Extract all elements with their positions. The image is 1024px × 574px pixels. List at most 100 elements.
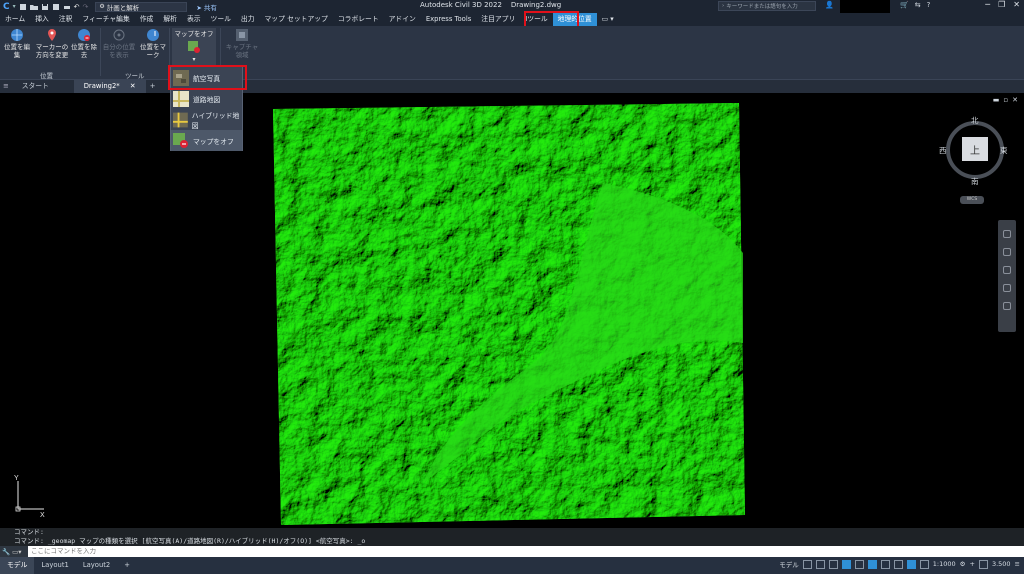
- pan-icon[interactable]: [1003, 248, 1011, 256]
- viewcube-top-face[interactable]: 上: [962, 137, 988, 161]
- annotation-scale-icon[interactable]: [919, 559, 929, 569]
- ortho-icon[interactable]: [828, 559, 838, 569]
- new-file-icon[interactable]: [19, 3, 27, 11]
- zoom-icon[interactable]: [1003, 266, 1011, 274]
- tab-feature-edit[interactable]: フィーチャ編集: [77, 13, 134, 26]
- menu-item-road-map[interactable]: 道路地図: [171, 88, 242, 109]
- tab-featured-apps[interactable]: 注目アプリ: [476, 13, 520, 26]
- ucs-x-label: X: [40, 512, 45, 518]
- tab-model[interactable]: モデル: [0, 557, 35, 574]
- minimize-icon[interactable]: ─: [985, 0, 990, 9]
- title-bar: C ▾ ↶ ↷ ⚙ 計画と解析 ➤ 共有 Autodesk Civil 3D 2…: [0, 0, 1024, 17]
- restore-icon[interactable]: ❐: [998, 0, 1005, 9]
- compass-west[interactable]: 西: [939, 145, 947, 156]
- viewport-controls: ▬ ▫ ✕: [993, 96, 1018, 104]
- compass-south[interactable]: 南: [971, 176, 979, 187]
- capture-area-label: キャプチャ領域: [225, 43, 259, 59]
- tab-home[interactable]: ホーム: [0, 13, 30, 26]
- polar-icon[interactable]: [841, 559, 851, 569]
- save-icon[interactable]: [41, 3, 49, 11]
- grid-icon[interactable]: [802, 559, 812, 569]
- snap-icon[interactable]: [815, 559, 825, 569]
- tab-addins[interactable]: アドイン: [384, 13, 421, 26]
- tab-annotate[interactable]: 注釈: [54, 13, 78, 26]
- change-marker-label: マーカーの方向を変更: [35, 43, 69, 59]
- close-icon[interactable]: ✕: [1013, 0, 1020, 9]
- add-layout-button[interactable]: +: [117, 557, 137, 574]
- menu-item-map-off[interactable]: マップをオフ: [171, 130, 242, 151]
- undo-icon[interactable]: ↶: [74, 3, 80, 11]
- prompt-icon[interactable]: ▭▾: [12, 548, 21, 556]
- tab-output[interactable]: 出力: [236, 13, 260, 26]
- new-tab-button[interactable]: +: [146, 80, 160, 93]
- save-as-icon[interactable]: [52, 3, 60, 11]
- cart-icon[interactable]: 🛒: [900, 1, 909, 9]
- tab-collaborate[interactable]: コラボレート: [333, 13, 384, 26]
- tab-analyze[interactable]: 解析: [158, 13, 182, 26]
- menu-icon[interactable]: ≡: [1015, 560, 1020, 568]
- edit-location-label: 位置を編集: [4, 43, 30, 59]
- scale-selector[interactable]: 1:1000: [933, 560, 956, 568]
- close-viewport-icon[interactable]: ✕: [1012, 96, 1018, 104]
- show-my-location-label: 自分の位置を表示: [102, 43, 136, 59]
- edit-location-button[interactable]: 位置を編集: [4, 28, 30, 59]
- lineweight-icon[interactable]: [880, 559, 890, 569]
- ribbon-toggle-icon[interactable]: ▭ ▾: [597, 13, 619, 26]
- redo-icon[interactable]: ↷: [83, 3, 89, 11]
- share-button[interactable]: ➤ 共有: [196, 2, 217, 12]
- command-input[interactable]: [28, 548, 428, 555]
- close-tab-icon[interactable]: ✕: [130, 82, 136, 90]
- tab-insert[interactable]: 挿入: [30, 13, 54, 26]
- tab-layout2[interactable]: Layout2: [76, 557, 117, 574]
- app-menu-icon[interactable]: C: [3, 2, 10, 12]
- tab-view[interactable]: 表示: [182, 13, 206, 26]
- gear-icon[interactable]: ⚙: [960, 560, 966, 568]
- exchange-icon[interactable]: ⇆: [915, 1, 921, 9]
- showmotion-icon[interactable]: [1003, 302, 1011, 310]
- selection-cycling-icon[interactable]: [906, 559, 916, 569]
- show-my-location-button[interactable]: 自分の位置を表示: [102, 28, 136, 59]
- open-folder-icon[interactable]: [29, 3, 38, 11]
- osnap-icon[interactable]: [867, 559, 877, 569]
- tab-tools[interactable]: ツール: [206, 13, 236, 26]
- compass-east[interactable]: 東: [1000, 145, 1008, 156]
- map-off-button[interactable]: マップをオフ ▾: [172, 28, 216, 66]
- tab-express-tools[interactable]: Express Tools: [421, 13, 476, 26]
- maximize-viewport-icon[interactable]: ▫: [1003, 96, 1008, 104]
- model-space-toggle[interactable]: モデル: [779, 559, 799, 569]
- isodraft-icon[interactable]: [854, 559, 864, 569]
- plus-icon[interactable]: +: [969, 560, 974, 568]
- minimize-viewport-icon[interactable]: ▬: [993, 96, 1000, 104]
- drawing-viewport[interactable]: ▬ ▫ ✕ 上 北 南 東 西 WCS Y X: [0, 93, 1024, 528]
- menu-item-hybrid[interactable]: ハイブリッド地図: [171, 109, 242, 130]
- compass-north[interactable]: 北: [971, 115, 979, 126]
- change-marker-button[interactable]: マーカーの方向を変更: [34, 28, 70, 59]
- viewcube[interactable]: 上 北 南 東 西: [938, 113, 1012, 187]
- capture-icon: [236, 29, 248, 41]
- capture-area-button[interactable]: キャプチャ領域: [224, 28, 260, 59]
- help-icon[interactable]: ?: [927, 1, 931, 9]
- search-input[interactable]: › キーワードまたは語句を入力: [718, 1, 816, 11]
- dropdown-arrow-icon[interactable]: ▾: [13, 3, 16, 10]
- search-placeholder: キーワードまたは語句を入力: [726, 4, 798, 10]
- tab-start[interactable]: スタート: [12, 80, 74, 93]
- globe-remove-icon: [78, 29, 90, 41]
- mark-position-button[interactable]: 位置をマーク: [140, 28, 166, 59]
- window-controls: ─ ❐ ✕: [985, 0, 1020, 9]
- tab-drawing2[interactable]: Drawing2* ✕: [73, 80, 146, 93]
- user-icon[interactable]: 👤: [825, 1, 834, 9]
- remove-location-button[interactable]: 位置を除去: [71, 28, 97, 59]
- tab-map-setup[interactable]: マップ セットアップ: [260, 13, 333, 26]
- hardware-acceleration-icon[interactable]: [978, 559, 988, 569]
- print-icon[interactable]: [63, 3, 71, 11]
- tab-create[interactable]: 作成: [135, 13, 159, 26]
- steering-wheel-icon[interactable]: [1003, 230, 1011, 238]
- wcs-menu[interactable]: WCS: [960, 196, 984, 204]
- orbit-icon[interactable]: [1003, 284, 1011, 292]
- transparency-icon[interactable]: [893, 559, 903, 569]
- workspace-selector[interactable]: ⚙ 計画と解析: [95, 1, 188, 12]
- tab-layout1[interactable]: Layout1: [34, 557, 75, 574]
- wrench-icon[interactable]: 🔧: [2, 548, 10, 556]
- arrow-right-icon: ›: [722, 3, 725, 9]
- tab-menu-icon[interactable]: ≡: [0, 80, 12, 93]
